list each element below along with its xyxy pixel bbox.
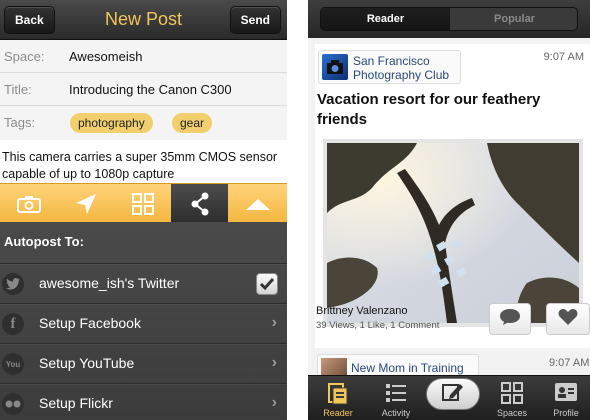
send-button[interactable]: Send bbox=[229, 6, 281, 34]
segmented-control: Reader Popular bbox=[320, 7, 578, 31]
tab-reader-bottom[interactable]: Reader bbox=[310, 376, 366, 420]
collapse-icon bbox=[245, 198, 270, 210]
checkmark-icon bbox=[259, 278, 275, 291]
location-icon bbox=[75, 193, 97, 215]
twitter-checkbox[interactable] bbox=[256, 273, 278, 295]
title-input[interactable]: Introducing the Canon C300 bbox=[69, 82, 232, 97]
chevron-right-icon: › bbox=[271, 314, 277, 331]
space-field[interactable]: Space: Awesomeish bbox=[0, 40, 287, 73]
chevron-right-icon: › bbox=[271, 394, 277, 411]
share-icon bbox=[190, 192, 210, 216]
compose-button[interactable] bbox=[426, 378, 480, 410]
tab-label: Profile bbox=[553, 408, 579, 418]
spaces-icon bbox=[484, 381, 540, 405]
title-label: Title: bbox=[4, 82, 32, 97]
post-body-textarea[interactable]: This camera carries a super 35mm CMOS se… bbox=[2, 149, 285, 183]
space-label: Space: bbox=[4, 49, 45, 64]
compose-icon bbox=[441, 381, 465, 408]
tags-field[interactable]: Tags: photography gear bbox=[0, 106, 287, 140]
tab-reader[interactable]: Reader bbox=[321, 8, 450, 30]
camera-icon bbox=[16, 195, 41, 213]
tab-activity[interactable]: Activity bbox=[368, 376, 424, 420]
flickr-icon bbox=[2, 393, 24, 415]
twitter-icon bbox=[2, 273, 24, 295]
autopost-heading: Autopost To: bbox=[4, 234, 84, 249]
post-timestamp: 9:07 AM bbox=[543, 51, 584, 63]
tab-profile[interactable]: Profile bbox=[542, 376, 590, 420]
post-timestamp: 9:07 AM bbox=[549, 357, 590, 369]
autopost-item-label: Setup YouTube bbox=[39, 355, 135, 371]
space-name: San Francisco Photography Club bbox=[353, 54, 450, 82]
location-button[interactable] bbox=[57, 184, 114, 223]
post-author[interactable]: Brittney Valenzano bbox=[316, 305, 408, 317]
facebook-icon: f bbox=[2, 313, 24, 335]
comment-button[interactable] bbox=[489, 303, 531, 335]
post-card-next[interactable]: New Mom in Training bbox=[317, 354, 479, 378]
profile-icon bbox=[542, 381, 590, 403]
tab-popular[interactable]: Popular bbox=[450, 8, 577, 30]
tab-spaces[interactable]: Spaces bbox=[484, 376, 540, 420]
compose-toolbar bbox=[0, 183, 287, 223]
comment-icon bbox=[499, 308, 521, 331]
screen-divider bbox=[287, 0, 308, 420]
activity-icon bbox=[368, 381, 424, 405]
autopost-item-youtube[interactable]: You Setup YouTube › bbox=[0, 343, 287, 383]
tab-label: Activity bbox=[381, 408, 411, 418]
post-photo[interactable] bbox=[323, 139, 583, 327]
tag-chip[interactable]: gear bbox=[172, 113, 213, 133]
heart-icon bbox=[558, 308, 578, 331]
nav-bar: Back New Post Send bbox=[0, 0, 287, 40]
collapse-button[interactable] bbox=[228, 184, 287, 223]
share-button[interactable] bbox=[171, 184, 228, 223]
tags-label: Tags: bbox=[4, 115, 36, 130]
reader-icon bbox=[310, 381, 366, 405]
segment-bar: Reader Popular bbox=[308, 0, 590, 38]
space-name: New Mom in Training bbox=[351, 361, 464, 375]
youtube-icon: You bbox=[2, 353, 24, 375]
post-title[interactable]: Vacation resort for our feathery friends bbox=[317, 90, 587, 130]
camera-button[interactable] bbox=[0, 184, 57, 223]
space-avatar bbox=[322, 54, 348, 80]
grid-button[interactable] bbox=[114, 184, 171, 223]
autopost-item-label: Setup Facebook bbox=[39, 315, 141, 331]
tab-label: Reader bbox=[323, 408, 353, 418]
space-badge[interactable]: San Francisco Photography Club bbox=[318, 50, 461, 84]
reader-screen: Reader Popular San Francisco Photography… bbox=[308, 0, 590, 420]
autopost-item-flickr[interactable]: Setup Flickr › bbox=[0, 383, 287, 420]
autopost-panel: Autopost To: awesome_ish's Twitter f Set… bbox=[0, 222, 287, 420]
autopost-item-label: awesome_ish's Twitter bbox=[39, 275, 180, 291]
tab-label: Spaces bbox=[496, 408, 528, 418]
space-value[interactable]: Awesomeish bbox=[69, 49, 142, 64]
new-post-screen: Back New Post Send Space: Awesomeish Tit… bbox=[0, 0, 287, 420]
autopost-item-facebook[interactable]: f Setup Facebook › bbox=[0, 303, 287, 343]
tag-chip[interactable]: photography bbox=[70, 113, 153, 133]
like-button[interactable] bbox=[546, 303, 590, 335]
autopost-item-twitter[interactable]: awesome_ish's Twitter bbox=[0, 263, 287, 303]
chevron-right-icon: › bbox=[271, 354, 277, 371]
post-stats: 39 Views, 1 Like, 1 Comment bbox=[316, 320, 440, 331]
autopost-item-label: Setup Flickr bbox=[39, 395, 113, 411]
title-field[interactable]: Title: Introducing the Canon C300 bbox=[0, 73, 287, 106]
grid-icon bbox=[131, 192, 154, 215]
